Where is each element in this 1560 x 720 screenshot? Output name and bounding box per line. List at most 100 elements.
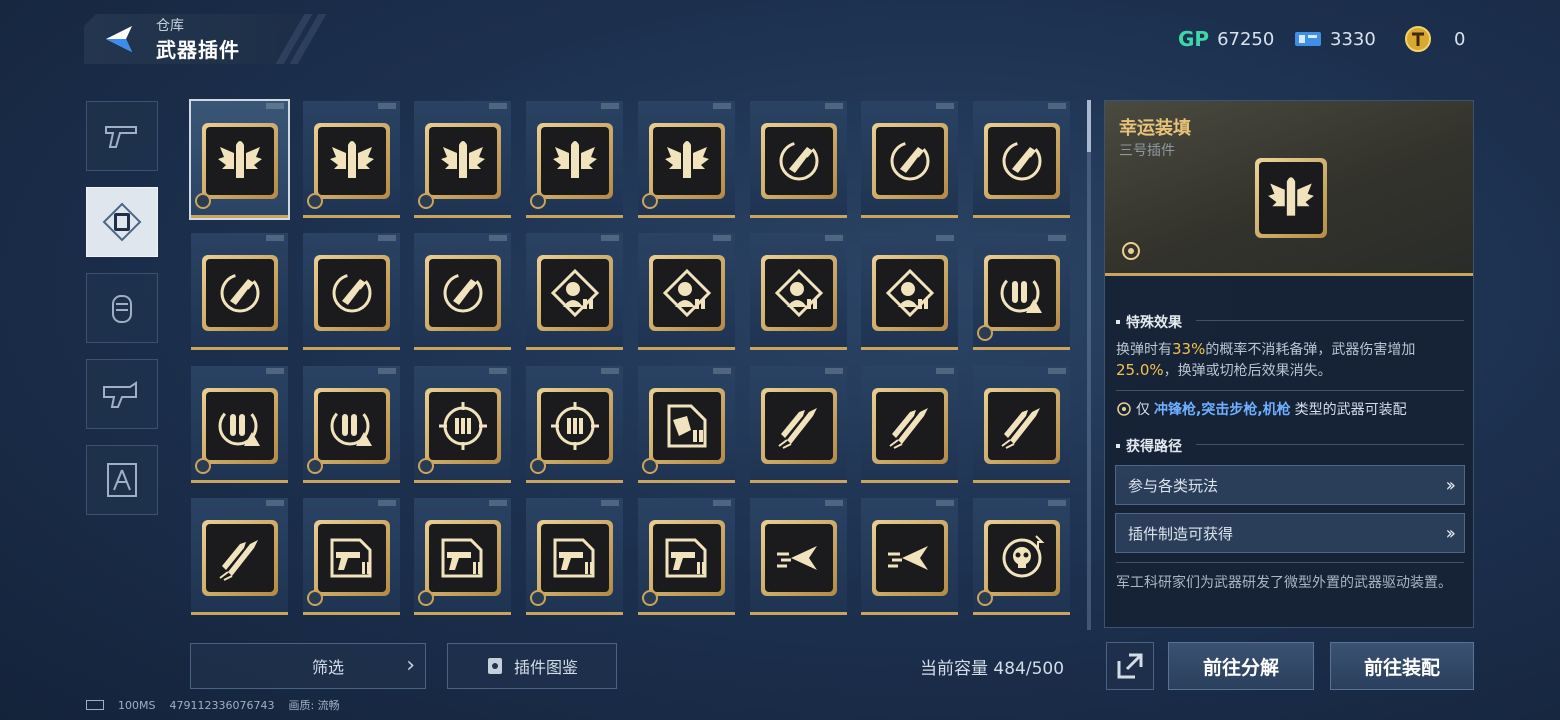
slot-tag xyxy=(1048,500,1066,506)
plugin-card xyxy=(314,123,390,199)
plugin-card xyxy=(202,520,278,596)
plugin-type-badge-icon xyxy=(418,458,434,474)
plugin-slot[interactable] xyxy=(638,233,735,350)
scrollbar-thumb[interactable] xyxy=(1087,100,1091,152)
share-button[interactable] xyxy=(1106,642,1154,690)
plugin-type-badge-icon xyxy=(307,590,323,606)
slot-tag xyxy=(936,368,954,374)
plugin-card xyxy=(202,123,278,199)
plugin-slot[interactable] xyxy=(973,498,1070,615)
reload-cycle-icon xyxy=(779,141,819,181)
plugin-slot[interactable] xyxy=(973,366,1070,483)
head-target-icon xyxy=(774,268,824,318)
route-item-crafting[interactable]: 插件制造可获得 ›› xyxy=(1115,513,1465,553)
slot-tag xyxy=(266,368,284,374)
plugin-card xyxy=(761,520,837,596)
status-bar: 100MS 479112336076743 画质: 流畅 xyxy=(86,697,340,713)
plugin-slot[interactable] xyxy=(638,101,735,218)
plugin-type-badge-icon xyxy=(530,590,546,606)
head-target-icon xyxy=(885,268,935,318)
plugin-slot[interactable] xyxy=(414,366,511,483)
plugin-slot[interactable] xyxy=(750,233,847,350)
plugin-type-badge-icon xyxy=(977,325,993,341)
plugin-card xyxy=(649,123,725,199)
slot-tag xyxy=(601,235,619,241)
quality-text: 画质: 流畅 xyxy=(288,699,340,712)
head-target-icon xyxy=(550,268,600,318)
scrollbar-track[interactable] xyxy=(1087,100,1091,630)
restriction-badge-icon xyxy=(1117,402,1131,416)
plugin-slot[interactable] xyxy=(414,233,511,350)
plugin-type-badge-icon xyxy=(642,193,658,209)
plugin-slot[interactable] xyxy=(750,101,847,218)
filter-button[interactable]: 筛选 › xyxy=(190,643,426,689)
plugin-slot[interactable] xyxy=(973,233,1070,350)
plugin-card xyxy=(425,388,501,464)
slot-tag xyxy=(1048,103,1066,109)
category-tab-blueprint[interactable] xyxy=(86,445,158,515)
plugin-lore: 军工科研家们为武器研发了微型外置的武器驱动装置。 xyxy=(1116,575,1452,591)
category-tab-pistol[interactable] xyxy=(86,101,158,171)
grenade-icon xyxy=(112,295,132,323)
plugin-slot[interactable] xyxy=(861,101,958,218)
plugin-slot[interactable] xyxy=(414,498,511,615)
plugin-card xyxy=(872,520,948,596)
plugin-slot[interactable] xyxy=(750,366,847,483)
slot-tag xyxy=(825,500,843,506)
plugin-slot[interactable] xyxy=(189,99,290,220)
effect-heading: 特殊效果 xyxy=(1116,312,1182,332)
category-tab-plugin[interactable] xyxy=(86,187,158,257)
ping-text: 100MS xyxy=(118,698,156,712)
slot-tag xyxy=(936,235,954,241)
plugin-slot[interactable] xyxy=(973,101,1070,218)
plugin-slot[interactable] xyxy=(638,366,735,483)
category-tab-gear[interactable] xyxy=(86,359,158,429)
gun-ammo-icon xyxy=(553,538,595,578)
plugin-slot[interactable] xyxy=(191,498,288,615)
route-heading: 获得路径 xyxy=(1116,436,1182,456)
slot-tag xyxy=(378,103,396,109)
route-item-gameplay[interactable]: 参与各类玩法 ›› xyxy=(1115,465,1465,505)
plugin-type-badge-icon xyxy=(1122,242,1140,260)
plugin-slot[interactable] xyxy=(861,233,958,350)
plugin-preview xyxy=(1255,158,1327,238)
plugin-slot[interactable] xyxy=(861,498,958,615)
equip-button[interactable]: 前往装配 xyxy=(1330,642,1474,690)
plugin-slot[interactable] xyxy=(303,101,400,218)
plugin-slot[interactable] xyxy=(750,498,847,615)
slot-tag xyxy=(713,103,731,109)
plugin-card xyxy=(537,520,613,596)
plugin-slot[interactable] xyxy=(303,233,400,350)
dismantle-button[interactable]: 前往分解 xyxy=(1168,642,1314,690)
pistol-icon xyxy=(105,126,137,148)
plugin-card xyxy=(872,123,948,199)
plugin-slot[interactable] xyxy=(303,366,400,483)
plugin-slot[interactable] xyxy=(861,366,958,483)
category-tab-grenade[interactable] xyxy=(86,273,158,343)
plugin-slot[interactable] xyxy=(303,498,400,615)
plugin-slot[interactable] xyxy=(526,101,623,218)
plugin-slot[interactable] xyxy=(526,233,623,350)
plugin-card xyxy=(984,520,1060,596)
currency-token: 0 xyxy=(1404,24,1465,54)
reload-cycle-icon xyxy=(443,273,483,313)
currency-ticket: 3330 xyxy=(1294,24,1376,54)
gun-mod-icon xyxy=(103,381,137,408)
gun-ammo-icon xyxy=(330,538,372,578)
plugin-slot[interactable] xyxy=(191,366,288,483)
ammo-warning-icon xyxy=(1000,273,1042,313)
codex-button[interactable]: 插件图鉴 xyxy=(447,643,617,689)
plugin-type-badge-icon xyxy=(195,193,211,209)
reload-cycle-icon xyxy=(890,141,930,181)
plugin-slot[interactable] xyxy=(191,233,288,350)
currency-value: 0 xyxy=(1454,28,1466,50)
hand-ammo-icon xyxy=(667,404,707,448)
plugin-slot[interactable] xyxy=(526,366,623,483)
reload-cycle-icon xyxy=(220,273,260,313)
plugin-name: 幸运装填 xyxy=(1119,118,1191,139)
plugin-slot[interactable] xyxy=(638,498,735,615)
slot-tag xyxy=(825,235,843,241)
codex-label: 插件图鉴 xyxy=(513,658,578,677)
plugin-slot[interactable] xyxy=(414,101,511,218)
plugin-slot[interactable] xyxy=(526,498,623,615)
